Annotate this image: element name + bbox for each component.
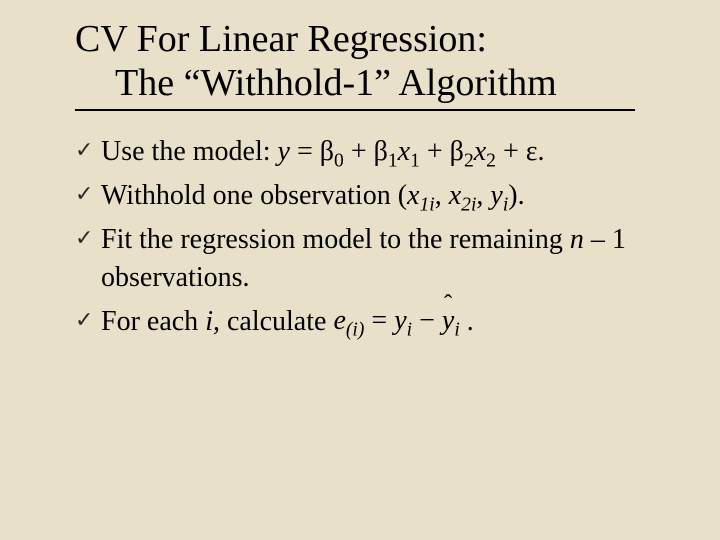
bullet-3: ✓ Fit the regression model to the remain… — [75, 221, 655, 297]
bullet-2-text: Withhold one observation (x1i, x2i, yi). — [101, 177, 655, 215]
b1-x2: x — [474, 136, 486, 167]
title-line-1: CV For Linear Regression: — [75, 18, 680, 62]
b1-s1b: 1 — [410, 151, 420, 172]
b1-x1: x — [398, 136, 410, 167]
f-e: e — [333, 305, 345, 336]
b2-s1: 1i — [419, 195, 434, 216]
check-icon: ✓ — [75, 303, 101, 336]
bullet-2: ✓ Withhold one observation (x1i, x2i, yi… — [75, 177, 655, 215]
b1-t4: + ε. — [496, 136, 545, 167]
title-underline — [75, 109, 635, 111]
b2-m1: , — [435, 180, 449, 211]
b2-x1: x — [407, 180, 419, 211]
bullet-4-text: For each i, calculate e(i) = yi − yi . — [101, 303, 655, 342]
check-icon: ✓ — [75, 177, 101, 210]
b1-t3: + β — [420, 136, 464, 167]
slide-title: CV For Linear Regression: The “Withhold-… — [75, 18, 680, 105]
b2-m2: , — [476, 180, 490, 211]
b4-lead: For each — [101, 306, 205, 337]
b4-period: . — [460, 306, 474, 337]
b2-lead: Withhold one observation ( — [101, 180, 407, 211]
title-line-2: The “Withhold-1” Algorithm — [75, 62, 680, 106]
b1-s2a: 2 — [464, 151, 474, 172]
b1-lead: Use the model: — [101, 136, 278, 167]
b1-s2b: 2 — [486, 151, 496, 172]
b2-x2: x — [449, 180, 461, 211]
b4-after: calculate — [220, 306, 333, 337]
check-icon: ✓ — [75, 221, 101, 254]
residual-formula: e(i) = yi − yi — [333, 302, 459, 340]
bullet-3-text: Fit the regression model to the remainin… — [101, 221, 655, 297]
b2-end: ). — [508, 180, 524, 211]
b1-s1a: 1 — [388, 151, 398, 172]
f-es: (i) — [346, 320, 365, 341]
f-eq: = — [364, 305, 394, 336]
bullet-1-text: Use the model: y = β0 + β1x1 + β2x2 + ε. — [101, 133, 655, 171]
f-y2s: i — [454, 320, 459, 341]
bullet-1: ✓ Use the model: y = β0 + β1x1 + β2x2 + … — [75, 133, 655, 171]
b1-s0: 0 — [334, 151, 344, 172]
b1-t1: = β — [290, 136, 334, 167]
f-y2: y — [442, 302, 454, 340]
b3-lead: Fit the regression model to the remainin… — [101, 224, 570, 255]
b1-t2: + β — [344, 136, 388, 167]
b3-n: n — [570, 224, 584, 255]
bullet-4: ✓ For each i, calculate e(i) = yi − yi . — [75, 303, 655, 342]
b2-y: y — [490, 180, 502, 211]
f-minus: − — [412, 305, 442, 336]
b2-s2: 2i — [461, 195, 476, 216]
slide-body: ✓ Use the model: y = β0 + β1x1 + β2x2 + … — [75, 133, 655, 342]
b4-i: i, — [205, 306, 220, 337]
f-y1: y — [394, 305, 406, 336]
slide: CV For Linear Regression: The “Withhold-… — [0, 0, 720, 540]
check-icon: ✓ — [75, 133, 101, 166]
b1-y: y — [278, 136, 290, 167]
